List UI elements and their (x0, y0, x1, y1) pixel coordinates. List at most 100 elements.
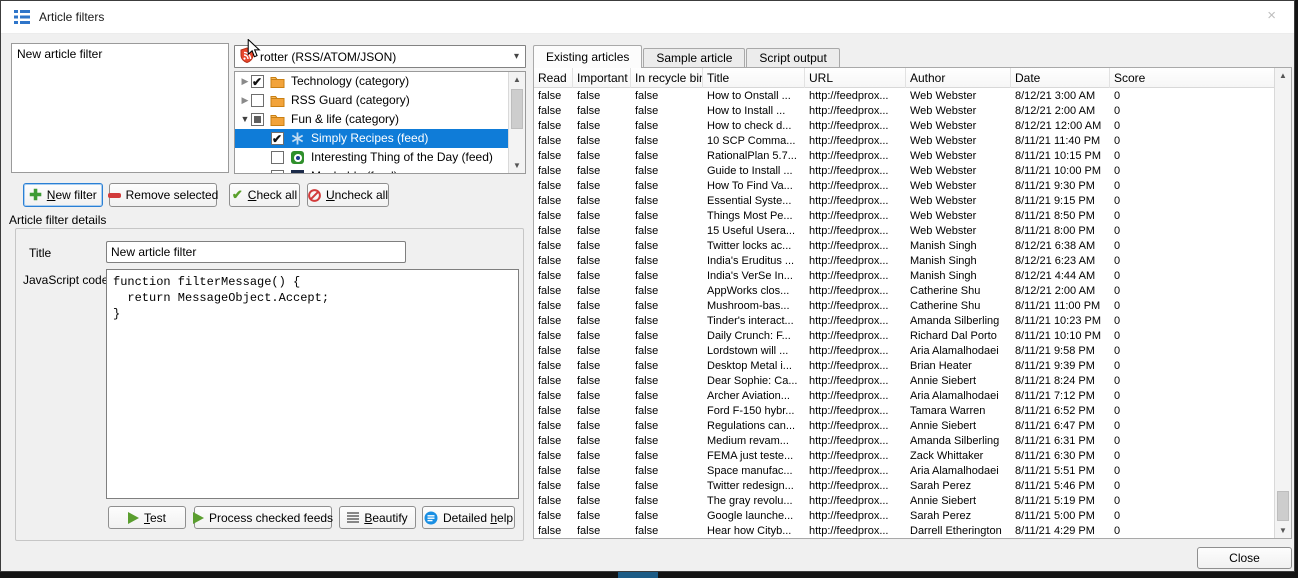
table-row[interactable]: falsefalsefalseHow to Onstall ...http://… (534, 89, 1274, 104)
table-row[interactable]: falsefalsefalseMedium revam...http://fee… (534, 434, 1274, 449)
table-row[interactable]: falsefalsefalseFEMA just teste...http://… (534, 449, 1274, 464)
table-row[interactable]: falsefalsefalseArcher Aviation...http://… (534, 389, 1274, 404)
table-row[interactable]: falsefalsefalse10 SCP Comma...http://fee… (534, 134, 1274, 149)
cell-title: Tinder's interact... (703, 314, 805, 329)
table-row[interactable]: falsefalsefalse15 Useful Usera...http://… (534, 224, 1274, 239)
table-row[interactable]: falsefalsefalseMushroom-bas...http://fee… (534, 299, 1274, 314)
tab-sample-article[interactable]: Sample article (643, 48, 745, 68)
check-all-button[interactable]: ✔ Check all (229, 183, 300, 207)
uncheck-all-button[interactable]: Uncheck all (307, 183, 389, 207)
tree-item[interactable]: ▼Fun & life (category) (235, 110, 509, 129)
cell-score: 0 (1110, 164, 1274, 179)
tab-script-output[interactable]: Script output (746, 48, 839, 68)
new-filter-button[interactable]: ✚ New filter (23, 183, 103, 207)
column-header-important[interactable]: Important (573, 68, 631, 88)
table-row[interactable]: falsefalsefalseDear Sophie: Ca...http://… (534, 374, 1274, 389)
feed-tree[interactable]: ▶ Technology (category)▶RSS Guard (catego… (234, 71, 526, 174)
column-header-score[interactable]: Score (1110, 68, 1276, 88)
tree-checkbox[interactable] (251, 75, 264, 88)
tree-item[interactable]: Interesting Thing of the Day (feed) (235, 148, 509, 167)
cell-date: 8/11/21 10:23 PM (1011, 314, 1110, 329)
table-row[interactable]: falsefalsefalseIndia's VerSe In...http:/… (534, 269, 1274, 284)
table-row[interactable]: falsefalsefalseLordstown will ...http://… (534, 344, 1274, 359)
table-scroll-thumb[interactable] (1277, 491, 1289, 521)
cell-url: http://feedprox... (805, 404, 906, 419)
table-row[interactable]: falsefalsefalseDesktop Metal i...http://… (534, 359, 1274, 374)
tree-checkbox[interactable] (251, 113, 264, 126)
cell-score: 0 (1110, 359, 1274, 374)
tree-item[interactable]: Simply Recipes (feed) (235, 129, 509, 148)
close-icon[interactable]: × (1267, 7, 1276, 24)
tree-item-label: Technology (category) (291, 72, 409, 91)
js-code-editor[interactable]: function filterMessage() { return Messag… (106, 269, 519, 499)
column-header-url[interactable]: URL (805, 68, 906, 88)
title-input[interactable] (106, 241, 406, 263)
column-header-in-recycle-bin[interactable]: In recycle bin (631, 68, 703, 88)
table-row[interactable]: falsefalsefalseTwitter redesign...http:/… (534, 479, 1274, 494)
tree-item[interactable]: ▶ Technology (category) (235, 72, 509, 91)
table-row[interactable]: falsefalsefalseGoogle launche...http://f… (534, 509, 1274, 524)
table-row[interactable]: falsefalsefalseHow to check d...http://f… (534, 119, 1274, 134)
column-header-read[interactable]: Read (534, 68, 573, 88)
cell-author: Aria Alamalhodaei (906, 389, 1011, 404)
remove-selected-button[interactable]: Remove selected (109, 183, 217, 207)
filter-list-item[interactable]: New article filter (12, 44, 228, 64)
column-header-title[interactable]: Title (703, 68, 805, 88)
table-row[interactable]: falsefalsefalseAppWorks clos...http://fe… (534, 284, 1274, 299)
tree-checkbox[interactable] (271, 151, 284, 164)
table-header[interactable]: ReadImportantIn recycle binTitleURLAutho… (534, 68, 1291, 88)
table-row[interactable]: falsefalsefalseHow to Install ...http://… (534, 104, 1274, 119)
cell-title: Ford F-150 hybr... (703, 404, 805, 419)
table-row[interactable]: falsefalsefalseSpace manufac...http://fe… (534, 464, 1274, 479)
account-dropdown[interactable]: rotter (RSS/ATOM/JSON) ▾ (234, 45, 526, 68)
cell-title: The gray revolu... (703, 494, 805, 509)
filter-list[interactable]: New article filter (11, 43, 229, 173)
table-row[interactable]: falsefalsefalseIndia's Eruditus ...http:… (534, 254, 1274, 269)
expander-expanded-icon[interactable]: ▼ (239, 110, 251, 129)
account-dropdown-value: rotter (RSS/ATOM/JSON) (260, 50, 514, 64)
tree-checkbox[interactable] (251, 94, 264, 107)
scroll-up-icon[interactable]: ▲ (509, 72, 525, 87)
table-row[interactable]: falsefalsefalseTinder's interact...http:… (534, 314, 1274, 329)
cell-in-recycle-bin: false (631, 404, 703, 419)
cell-author: Annie Siebert (906, 419, 1011, 434)
table-row[interactable]: falsefalsefalseRegulations can...http://… (534, 419, 1274, 434)
close-button[interactable]: Close (1197, 547, 1292, 569)
column-header-date[interactable]: Date (1011, 68, 1110, 88)
scroll-up-icon[interactable]: ▲ (1275, 68, 1291, 83)
cell-read: false (534, 284, 573, 299)
articles-table[interactable]: ReadImportantIn recycle binTitleURLAutho… (533, 67, 1292, 539)
table-row[interactable]: falsefalsefalseDaily Crunch: F...http://… (534, 329, 1274, 344)
tree-item[interactable]: mMashable (feed) (235, 167, 509, 174)
table-row[interactable]: falsefalsefalseGuide to Install ...http:… (534, 164, 1274, 179)
table-row[interactable]: falsefalsefalseThe gray revolu...http://… (534, 494, 1274, 509)
column-header-author[interactable]: Author (906, 68, 1011, 88)
expander-collapsed-icon[interactable]: ▶ (239, 72, 251, 91)
scroll-down-icon[interactable]: ▼ (1275, 523, 1291, 538)
cell-author: Tamara Warren (906, 404, 1011, 419)
table-row[interactable]: falsefalsefalseThings Most Pe...http://f… (534, 209, 1274, 224)
beautify-button[interactable]: Beautify (339, 506, 416, 529)
cell-title: RationalPlan 5.7... (703, 149, 805, 164)
detailed-help-button[interactable]: Detailed help (422, 506, 515, 529)
test-button[interactable]: Test (108, 506, 186, 529)
cell-url: http://feedprox... (805, 524, 906, 538)
tree-checkbox[interactable] (271, 170, 284, 174)
tab-existing-articles[interactable]: Existing articles (533, 45, 642, 68)
table-row[interactable]: falsefalsefalseHow To Find Va...http://f… (534, 179, 1274, 194)
tree-scroll-thumb[interactable] (511, 89, 523, 129)
table-row[interactable]: falsefalsefalseRationalPlan 5.7...http:/… (534, 149, 1274, 164)
tree-checkbox[interactable] (271, 132, 284, 145)
tree-item[interactable]: ▶RSS Guard (category) (235, 91, 509, 110)
table-row[interactable]: falsefalsefalseFord F-150 hybr...http://… (534, 404, 1274, 419)
process-checked-feeds-button[interactable]: Process checked feeds (194, 506, 332, 529)
cell-score: 0 (1110, 329, 1274, 344)
table-scrollbar[interactable]: ▲ ▼ (1274, 68, 1291, 538)
cell-important: false (573, 119, 631, 134)
table-row[interactable]: falsefalsefalseHear how Cityb...http://f… (534, 524, 1274, 538)
table-row[interactable]: falsefalsefalseEssential Syste...http://… (534, 194, 1274, 209)
scroll-down-icon[interactable]: ▼ (509, 158, 525, 173)
expander-collapsed-icon[interactable]: ▶ (239, 91, 251, 110)
tree-scrollbar[interactable]: ▲ ▼ (508, 72, 525, 173)
table-row[interactable]: falsefalsefalseTwitter locks ac...http:/… (534, 239, 1274, 254)
